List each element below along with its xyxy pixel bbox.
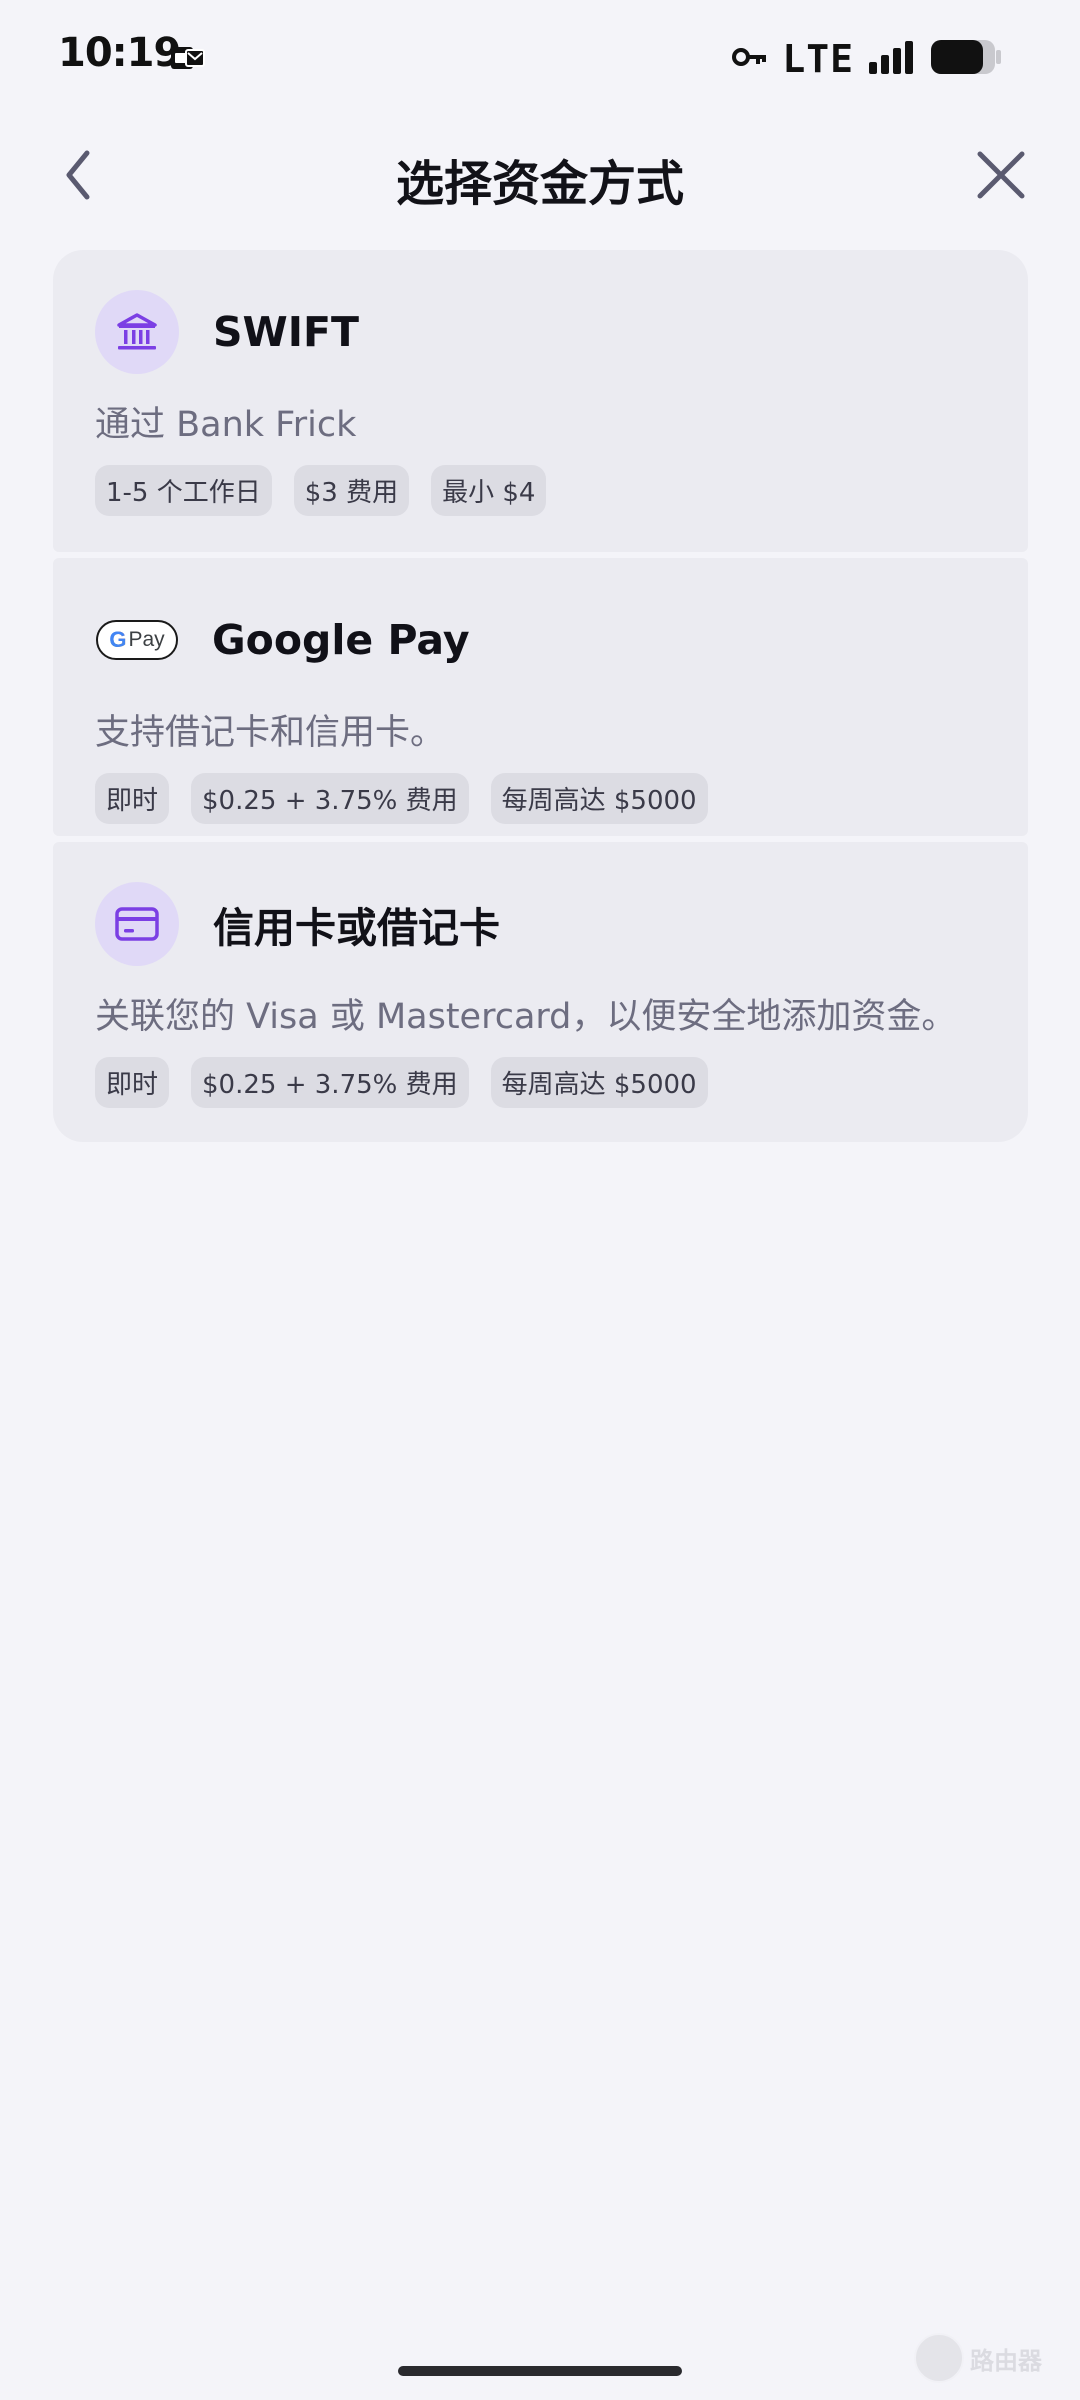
notification-mail-icon xyxy=(170,44,206,72)
close-icon xyxy=(977,151,1025,199)
method-card-credit-debit[interactable]: 信用卡或借记卡 关联您的 Visa 或 Mastercard，以便安全地添加资金… xyxy=(53,842,1028,1142)
credit-card-icon xyxy=(95,882,179,966)
limit-chip: 每周高达 $5000 xyxy=(490,773,708,824)
limit-chip: 最小 $4 xyxy=(431,465,547,516)
gpay-logo-g: G xyxy=(109,627,127,652)
method-name: 信用卡或借记卡 xyxy=(213,904,500,952)
processing-time-chip: 即时 xyxy=(95,1057,170,1108)
method-name: Google Pay xyxy=(212,616,470,664)
status-bar: 10:19 LTE xyxy=(0,0,1080,118)
method-description: 关联您的 Visa 或 Mastercard，以便安全地添加资金。 xyxy=(95,997,957,1037)
method-card-google-pay[interactable]: G Pay Google Pay 支持借记卡和信用卡。 即时 $0.25 + 3… xyxy=(53,558,1028,836)
method-card-swift[interactable]: SWIFT 通过 Bank Frick 1-5 个工作日 $3 费用 最小 $4 xyxy=(53,250,1028,552)
limit-chip: 每周高达 $5000 xyxy=(490,1057,708,1108)
method-tags: 1-5 个工作日 $3 费用 最小 $4 xyxy=(95,465,986,516)
method-description: 通过 Bank Frick xyxy=(95,405,357,445)
header: 选择资金方式 xyxy=(0,118,1080,238)
vpn-key-icon xyxy=(732,46,768,72)
status-indicators: LTE xyxy=(732,34,1002,84)
watermark-logo: 路由器 xyxy=(914,2330,1064,2386)
bank-icon xyxy=(95,290,179,374)
close-button[interactable] xyxy=(966,140,1036,210)
watermark-icon xyxy=(914,2333,964,2383)
method-name: SWIFT xyxy=(213,308,359,356)
gpay-logo-pay: Pay xyxy=(128,628,165,651)
home-indicator[interactable] xyxy=(398,2366,682,2376)
funding-methods-list: SWIFT 通过 Bank Frick 1-5 个工作日 $3 费用 最小 $4… xyxy=(53,250,1028,1148)
processing-time-chip: 1-5 个工作日 xyxy=(95,465,272,516)
watermark-text: 路由器 xyxy=(970,2346,1042,2375)
fee-chip: $0.25 + 3.75% 费用 xyxy=(191,1057,469,1108)
fee-chip: $3 费用 xyxy=(293,465,410,516)
method-tags: 即时 $0.25 + 3.75% 费用 每周高达 $5000 xyxy=(95,1057,986,1108)
page-title: 选择资金方式 xyxy=(395,156,684,212)
signal-icon xyxy=(868,40,916,78)
network-type: LTE xyxy=(782,37,854,81)
google-pay-logo: G Pay xyxy=(96,620,178,660)
battery-icon xyxy=(930,39,1002,79)
processing-time-chip: 即时 xyxy=(95,773,170,824)
method-description: 支持借记卡和信用卡。 xyxy=(95,713,446,753)
fee-chip: $0.25 + 3.75% 费用 xyxy=(191,773,469,824)
method-tags: 即时 $0.25 + 3.75% 费用 每周高达 $5000 xyxy=(95,773,986,824)
status-time: 10:19 xyxy=(58,30,181,76)
